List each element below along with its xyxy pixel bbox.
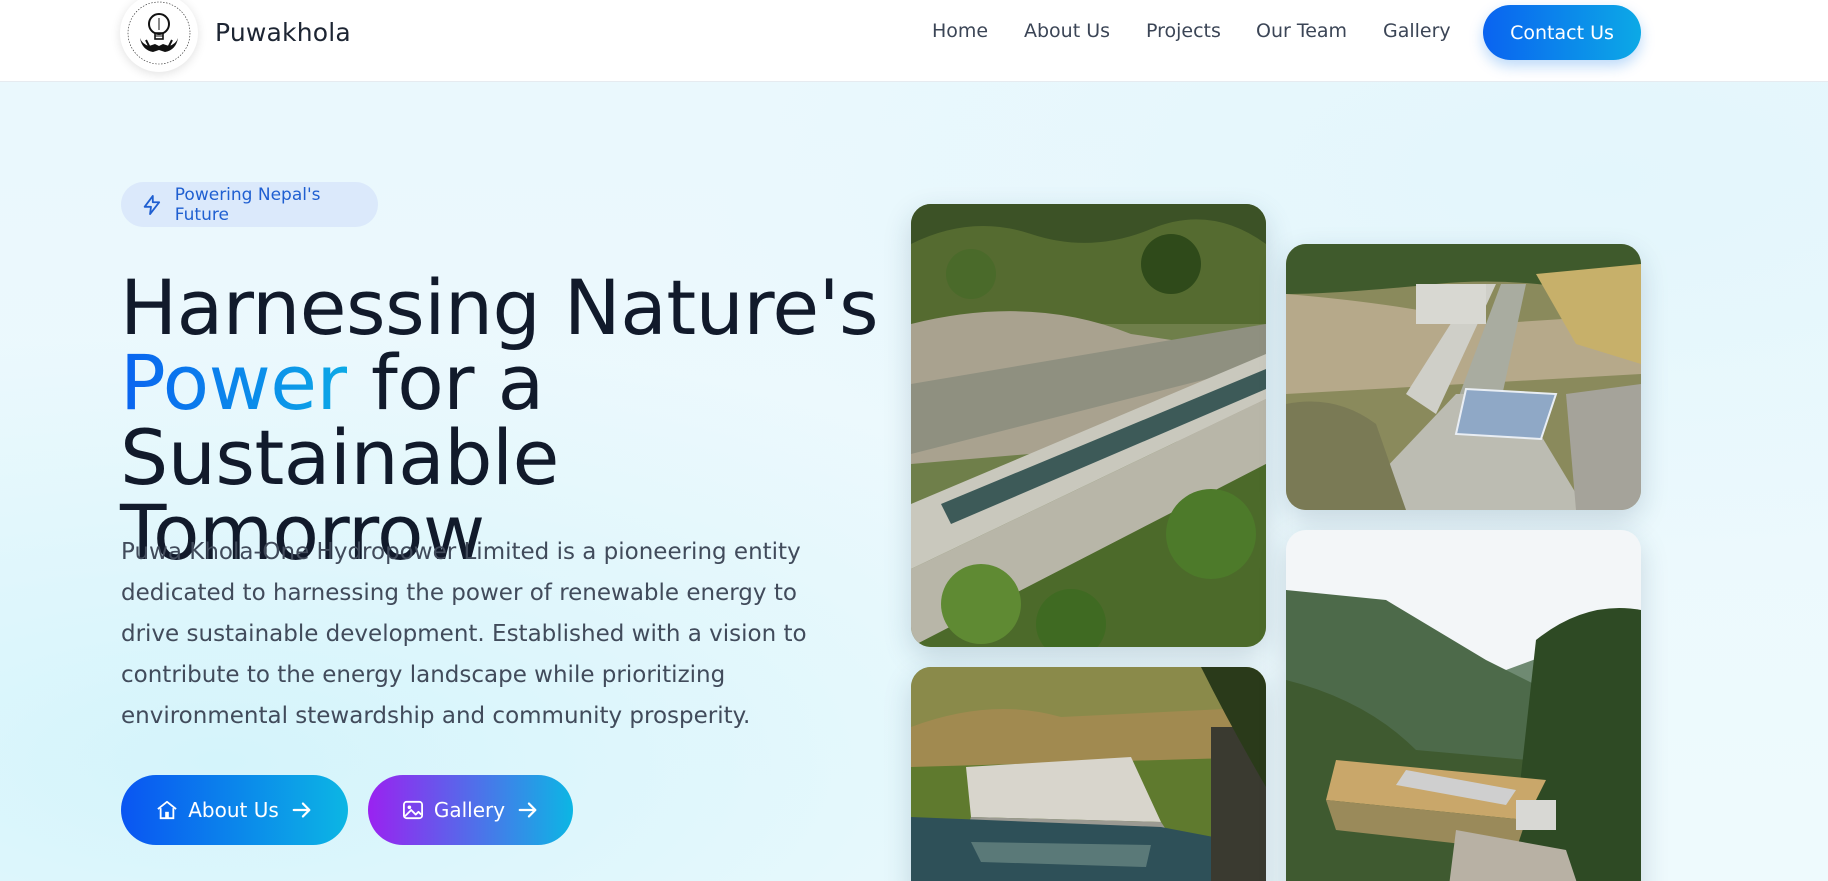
home-icon [156,800,178,820]
bulb-hands-logo-icon [122,0,196,70]
hero-title: Harnessing Nature's Power for a Sustaina… [120,270,880,571]
hero-photo-reservoir [911,667,1266,881]
about-us-button-label: About Us [188,798,279,822]
gallery-button-label: Gallery [433,798,506,822]
site-header: Puwakhola Home About Us Projects Our Tea… [0,0,1828,82]
bolt-icon [143,194,161,215]
contact-us-button[interactable]: Contact Us [1483,5,1641,60]
nav-home[interactable]: Home [932,20,988,42]
brand-name[interactable]: Puwakhola [215,18,351,47]
nav-gallery[interactable]: Gallery [1383,20,1451,42]
nav-projects[interactable]: Projects [1146,20,1221,42]
logo[interactable] [120,0,198,72]
hero-badge-label: Powering Nepal's Future [174,184,321,225]
nav-our-team[interactable]: Our Team [1256,20,1347,42]
hero-photo-valley [1286,530,1641,881]
arrow-right-icon [517,800,539,820]
hero-photo-canal [911,204,1266,647]
image-icon [402,800,424,820]
arrow-right-icon [291,800,313,820]
hero-photo-intake [1286,244,1641,510]
hero-section: Powering Nepal's Future Harnessing Natur… [0,82,1828,881]
nav-about-us[interactable]: About Us [1024,20,1110,42]
hero-description: Puwa Khola-One Hydropower Limited is a p… [121,539,807,729]
hero-badge: Powering Nepal's Future [121,182,378,227]
about-us-button[interactable]: About Us [121,775,348,845]
gallery-button[interactable]: Gallery [368,775,573,845]
